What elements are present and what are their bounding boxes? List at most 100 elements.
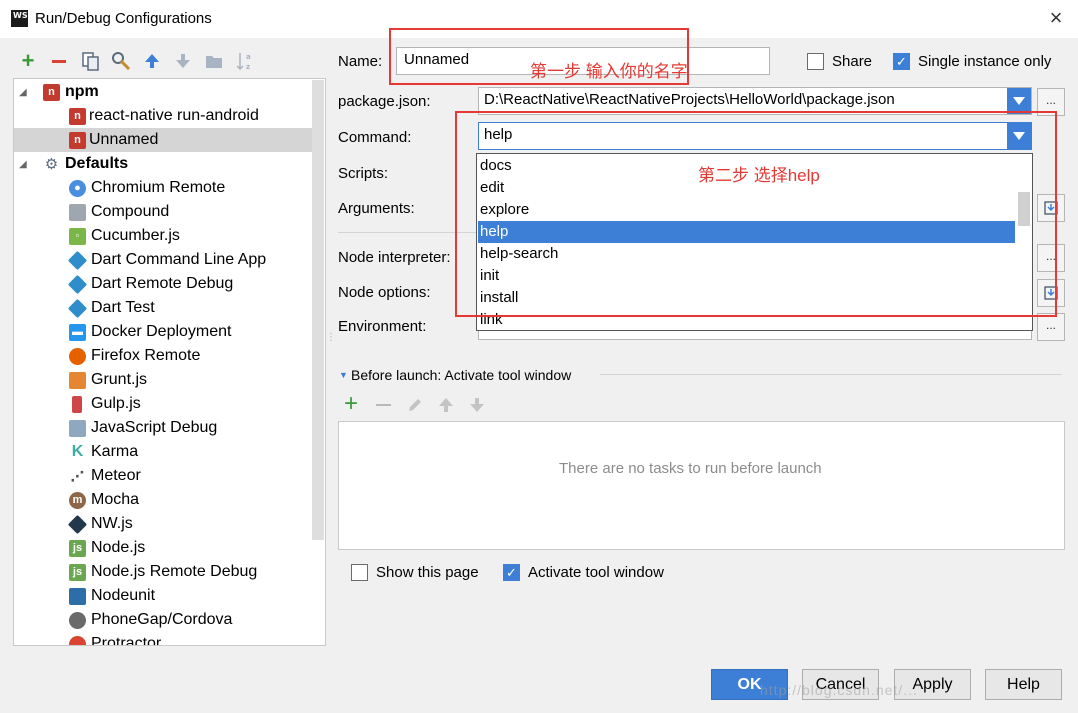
tree-item-npm[interactable]: ◢ n npm: [14, 80, 312, 104]
activate-tool-window-label: Activate tool window: [528, 564, 664, 581]
move-down-icon[interactable]: [469, 397, 485, 417]
activate-tool-window-checkbox[interactable]: ✓: [503, 564, 520, 581]
remove-icon[interactable]: [49, 51, 69, 71]
tree-item-label: Firefox Remote: [91, 347, 201, 364]
share-label: Share: [832, 53, 873, 70]
browse-environment-button[interactable]: ...: [1037, 313, 1065, 341]
compound-icon: [69, 203, 86, 221]
tree-item-javascript-debug[interactable]: JavaScript Debug: [14, 416, 312, 440]
tree-item-label: react-native run-android: [89, 107, 259, 124]
karma-icon: K: [71, 443, 84, 460]
splitter-handle[interactable]: ⋮: [326, 333, 336, 351]
tree-item-compound[interactable]: Compound: [14, 200, 312, 224]
configuration-tree[interactable]: ◢ n npm n react-native run-android n Unn…: [13, 78, 326, 646]
tree-item-protractor[interactable]: Protractor: [14, 632, 312, 646]
tree-item-karma[interactable]: K Karma: [14, 440, 312, 464]
collapse-icon[interactable]: ▼: [339, 370, 348, 380]
annotation-step2: 第二步 选择help: [698, 166, 820, 185]
gulp-icon: [72, 395, 82, 413]
single-instance-checkbox[interactable]: ✓: [893, 53, 910, 70]
tree-item-docker-deployment[interactable]: ▬ Docker Deployment: [14, 320, 312, 344]
show-page-label: Show this page: [376, 564, 479, 581]
nwjs-icon: [67, 514, 88, 534]
chromium-icon: ●: [69, 179, 86, 197]
tree-item-unnamed[interactable]: n Unnamed: [14, 128, 312, 152]
nodejs-debug-icon: js: [69, 563, 86, 581]
empty-tasks-text: There are no tasks to run before launch: [559, 460, 822, 477]
docker-icon: ▬: [69, 323, 86, 341]
window-title: Run/Debug Configurations: [35, 10, 212, 27]
close-icon[interactable]: ×: [1046, 7, 1066, 29]
tree-item-label: Docker Deployment: [91, 323, 232, 340]
package-json-label: package.json:: [338, 93, 431, 110]
tree-item-firefox-remote[interactable]: Firefox Remote: [14, 344, 312, 368]
tree-item-phonegap[interactable]: PhoneGap/Cordova: [14, 608, 312, 632]
tree-item-label: Grunt.js: [91, 371, 148, 388]
tree-item-label: Nodeunit: [91, 587, 156, 604]
tree-item-gulp[interactable]: Gulp.js: [14, 392, 312, 416]
move-up-icon[interactable]: [438, 397, 454, 417]
annotation-box-step2: [455, 111, 1057, 317]
add-icon[interactable]: +: [344, 392, 358, 416]
npm-icon: n: [69, 107, 86, 125]
move-down-icon[interactable]: [173, 51, 193, 71]
add-icon[interactable]: +: [18, 48, 38, 73]
tree-item-nwjs[interactable]: NW.js: [14, 512, 312, 536]
tree-scrollbar[interactable]: [312, 80, 324, 540]
npm-icon: n: [43, 83, 60, 101]
folder-icon[interactable]: [204, 51, 224, 71]
mocha-icon: m: [69, 491, 86, 509]
environment-label: Environment:: [338, 318, 427, 335]
tree-item-cucumber[interactable]: ◦ Cucumber.js: [14, 224, 312, 248]
tree-item-chromium-remote[interactable]: ● Chromium Remote: [14, 176, 312, 200]
tree-item-react-native[interactable]: n react-native run-android: [14, 104, 312, 128]
phonegap-icon: [69, 611, 86, 629]
edit-defaults-icon[interactable]: [111, 51, 131, 71]
name-label: Name:: [338, 53, 383, 70]
tree-item-label: Cucumber.js: [91, 227, 180, 244]
edit-icon[interactable]: [406, 396, 424, 418]
tree-item-label: JavaScript Debug: [91, 419, 218, 436]
tree-item-label: Node.js Remote Debug: [91, 563, 258, 580]
wrench-icon: ⚙: [44, 156, 59, 173]
protractor-icon: [69, 635, 86, 645]
javascript-debug-icon: [69, 419, 86, 437]
tree-item-dart-remote-debug[interactable]: Dart Remote Debug: [14, 272, 312, 296]
package-json-value: D:\ReactNative\ReactNativeProjects\Hello…: [484, 91, 895, 108]
remove-icon[interactable]: [376, 404, 391, 406]
tree-item-nodejs[interactable]: js Node.js: [14, 536, 312, 560]
collapse-icon[interactable]: ◢: [19, 87, 27, 98]
share-checkbox[interactable]: [807, 53, 824, 70]
tree-item-label: NW.js: [91, 515, 133, 532]
copy-icon[interactable]: [80, 51, 100, 71]
tree-item-label: Unnamed: [89, 131, 159, 148]
dart-icon: [67, 274, 88, 294]
nodejs-icon: js: [69, 539, 86, 557]
tree-item-label: Dart Remote Debug: [91, 275, 234, 292]
collapse-icon[interactable]: ◢: [19, 159, 27, 170]
before-launch-task-list[interactable]: There are no tasks to run before launch: [338, 421, 1065, 550]
tree-item-dart-test[interactable]: Dart Test: [14, 296, 312, 320]
tree-item-meteor[interactable]: ⋰ Meteor: [14, 464, 312, 488]
tree-item-label: PhoneGap/Cordova: [91, 611, 233, 628]
tree-item-label: Defaults: [65, 155, 129, 172]
tree-item-mocha[interactable]: m Mocha: [14, 488, 312, 512]
tree-item-grunt[interactable]: Grunt.js: [14, 368, 312, 392]
tree-item-dart-command-line[interactable]: Dart Command Line App: [14, 248, 312, 272]
node-options-label: Node options:: [338, 284, 431, 301]
help-button[interactable]: Help: [985, 669, 1062, 700]
move-up-icon[interactable]: [142, 51, 162, 71]
tree-item-label: Protractor: [91, 635, 162, 646]
show-page-checkbox[interactable]: [351, 564, 368, 581]
scripts-label: Scripts:: [338, 165, 389, 182]
meteor-icon: ⋰: [70, 467, 85, 484]
svg-text:z: z: [246, 63, 250, 71]
annotation-step1: 第一步 输入你的名字: [530, 62, 688, 81]
before-launch-title[interactable]: Before launch: Activate tool window: [351, 367, 571, 383]
dart-icon: [67, 298, 88, 318]
sort-icon[interactable]: az: [235, 51, 255, 71]
tree-item-defaults[interactable]: ◢ ⚙ Defaults: [14, 152, 312, 176]
tree-item-nodejs-remote-debug[interactable]: js Node.js Remote Debug: [14, 560, 312, 584]
tree-item-label: Chromium Remote: [91, 179, 226, 196]
tree-item-nodeunit[interactable]: Nodeunit: [14, 584, 312, 608]
